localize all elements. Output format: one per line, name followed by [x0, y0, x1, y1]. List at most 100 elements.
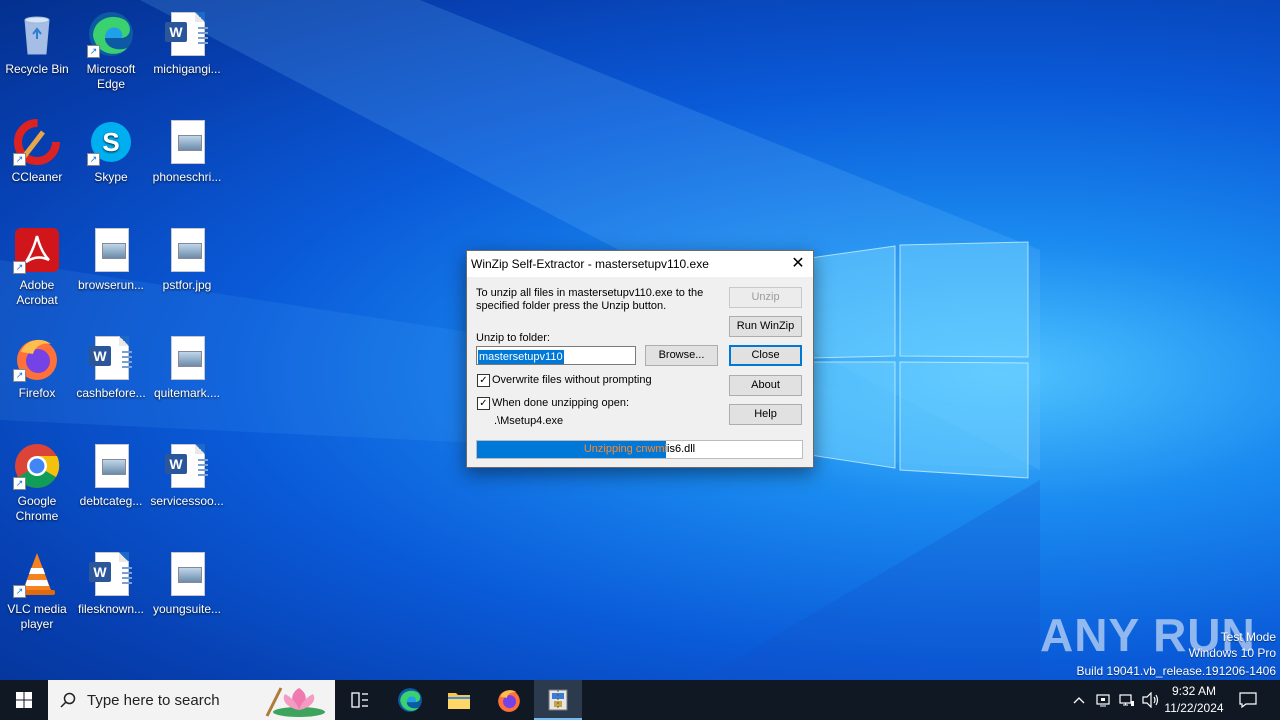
desktop-icon-label: Google Chrome — [15, 494, 59, 523]
desktop-icon-word-file[interactable]: W michigangi... — [149, 6, 225, 77]
unzip-folder-input[interactable]: mastersetupv110 — [476, 346, 636, 365]
desktop-icon-image-file[interactable]: browserun... — [73, 222, 149, 293]
unzip-button[interactable]: Unzip — [729, 287, 802, 308]
device-icon — [1096, 694, 1110, 707]
shortcut-arrow-icon: ↗ — [13, 261, 26, 274]
close-icon[interactable]: ✕ — [783, 251, 813, 277]
image-file-icon — [163, 118, 211, 166]
tray-device-button[interactable] — [1092, 680, 1114, 720]
image-file-icon — [87, 442, 135, 490]
desktop-icon-word-file[interactable]: W cashbefore... — [73, 330, 149, 401]
run-winzip-button[interactable]: Run WinZip — [729, 316, 802, 337]
taskbar-file-explorer-button[interactable] — [435, 680, 483, 720]
desktop-icon-label: Microsoft Edge — [86, 62, 136, 91]
build-text: Build 19041.vb_release.191206-1406 — [1076, 664, 1277, 678]
vlc-cone-icon: ↗ — [13, 550, 61, 598]
desktop-icon-adobe-acrobat[interactable]: ↗ Adobe Acrobat — [0, 222, 75, 308]
show-hidden-icons-button[interactable] — [1068, 680, 1090, 720]
adobe-acrobat-icon: ↗ — [13, 226, 61, 274]
open-target-path: .\Msetup4.exe — [494, 415, 564, 427]
search-icon — [60, 692, 76, 708]
winzip-installer-icon — [548, 689, 568, 711]
dialog-title: WinZip Self-Extractor - mastersetupv110.… — [471, 257, 709, 271]
winzip-self-extractor-dialog: WinZip Self-Extractor - mastersetupv110.… — [466, 250, 814, 468]
close-button[interactable]: Close — [729, 345, 802, 366]
desktop-icon-label: Skype — [94, 170, 128, 184]
start-button[interactable] — [0, 680, 48, 720]
about-button[interactable]: About — [729, 375, 802, 396]
action-center-button[interactable] — [1234, 680, 1262, 720]
desktop-icon-microsoft-edge[interactable]: ↗ Microsoft Edge — [73, 6, 149, 92]
desktop-icon-label: cashbefore... — [76, 386, 146, 400]
desktop-icon-image-file[interactable]: pstfor.jpg — [149, 222, 225, 293]
help-button[interactable]: Help — [729, 404, 802, 425]
shortcut-arrow-icon: ↗ — [13, 585, 26, 598]
task-view-button[interactable] — [336, 680, 384, 720]
word-document-icon: W — [87, 334, 135, 382]
unzip-progress-bar: Unzipping cnwmiis6.dll — [476, 440, 803, 459]
desktop-icon-label: debtcateg... — [79, 494, 143, 508]
windows-start-icon — [16, 692, 32, 708]
task-view-icon — [351, 692, 368, 708]
browse-button[interactable]: Browse... — [645, 345, 718, 366]
instruction-text: To unzip all files in mastersetupv110.ex… — [476, 287, 703, 313]
notification-icon — [1239, 692, 1257, 708]
search-highlight-lotus-icon — [265, 687, 325, 717]
image-file-icon — [163, 334, 211, 382]
windows-edition-text: Windows 10 Pro — [1188, 646, 1276, 660]
image-file-icon — [163, 226, 211, 274]
dialog-titlebar[interactable]: WinZip Self-Extractor - mastersetupv110.… — [467, 251, 813, 277]
desktop-icon-word-file[interactable]: W filesknown... — [73, 546, 149, 617]
desktop-icon-label: youngsuite... — [152, 602, 222, 616]
desktop-icon-google-chrome[interactable]: ↗ Google Chrome — [0, 438, 75, 524]
desktop-icon-image-file[interactable]: debtcateg... — [73, 438, 149, 509]
skype-icon: S ↗ — [87, 118, 135, 166]
desktop-icon-label: Recycle Bin — [5, 62, 69, 76]
desktop-icon-word-file[interactable]: W servicessoo... — [149, 438, 225, 509]
shortcut-arrow-icon: ↗ — [13, 369, 26, 382]
taskbar-edge-button[interactable] — [386, 680, 434, 720]
desktop-icon-skype[interactable]: S ↗ Skype — [73, 114, 149, 185]
chrome-icon: ↗ — [13, 442, 61, 490]
desktop-icon-label: michigangi... — [153, 62, 221, 76]
firefox-icon — [498, 690, 520, 712]
desktop-icon-vlc[interactable]: ↗ VLC media player — [0, 546, 75, 632]
test-mode-text: Test Mode — [1220, 630, 1276, 644]
desktop-icon-firefox[interactable]: ↗ Firefox — [0, 330, 75, 401]
edge-icon: ↗ — [87, 10, 135, 58]
recycle-bin-icon — [13, 10, 61, 58]
desktop-icon-label: CCleaner — [11, 170, 63, 184]
shortcut-arrow-icon: ↗ — [87, 45, 100, 58]
shortcut-arrow-icon: ↗ — [13, 477, 26, 490]
desktop-icon-label: pstfor.jpg — [162, 278, 212, 292]
network-icon — [1119, 694, 1134, 706]
desktop-icon-image-file[interactable]: youngsuite... — [149, 546, 225, 617]
when-done-checkbox[interactable]: ✓ — [477, 397, 490, 410]
clock-date: 11/22/2024 — [1164, 701, 1224, 715]
network-button[interactable] — [1116, 680, 1138, 720]
desktop-icon-label: phoneschri... — [152, 170, 222, 184]
overwrite-checkbox[interactable]: ✓ — [477, 374, 490, 387]
desktop-icon-ccleaner[interactable]: ↗ CCleaner — [0, 114, 75, 185]
desktop: Recycle Bin ↗ CCleaner ↗ Adobe Acrobat ↗… — [0, 0, 1280, 680]
taskbar: Type here to search 9:32 AM 11/22/2024 — [0, 680, 1280, 720]
desktop-icon-recycle-bin[interactable]: Recycle Bin — [0, 6, 75, 77]
ccleaner-icon: ↗ — [13, 118, 61, 166]
taskbar-clock[interactable]: 9:32 AM 11/22/2024 — [1158, 683, 1230, 717]
taskbar-firefox-button[interactable] — [485, 680, 533, 720]
desktop-icon-image-file[interactable]: quitemark.... — [149, 330, 225, 401]
firefox-icon: ↗ — [13, 334, 61, 382]
clock-time: 9:32 AM — [1171, 684, 1217, 698]
when-done-label: When done unzipping open: — [492, 397, 629, 409]
instruction-line-2: specified folder press the Unzip button. — [476, 300, 667, 312]
taskbar-search-box[interactable]: Type here to search — [48, 680, 335, 720]
word-document-icon: W — [87, 550, 135, 598]
desktop-icon-label: filesknown... — [77, 602, 145, 616]
word-document-icon: W — [163, 442, 211, 490]
desktop-icon-image-file[interactable]: phoneschri... — [149, 114, 225, 185]
desktop-icon-label: servicessoo... — [150, 494, 224, 508]
desktop-icon-label: VLC media player — [7, 602, 67, 631]
search-placeholder: Type here to search — [87, 692, 220, 709]
edge-icon — [398, 688, 422, 712]
taskbar-winzip-button[interactable] — [534, 680, 582, 720]
